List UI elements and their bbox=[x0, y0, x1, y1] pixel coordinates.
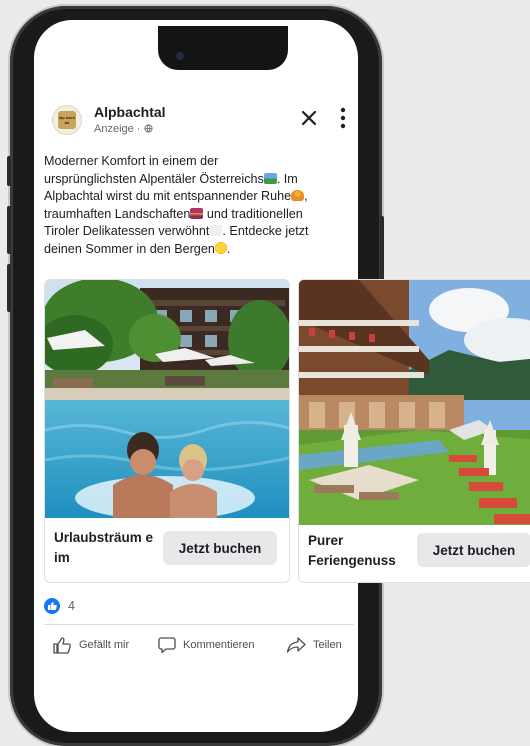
phone-notch bbox=[158, 26, 288, 70]
reaction-summary[interactable]: 4 bbox=[44, 597, 75, 615]
post-text-line: Tiroler Delikatessen verwöhnt bbox=[44, 224, 210, 239]
comment-button[interactable]: Kommentieren bbox=[158, 634, 255, 656]
side-button bbox=[7, 156, 11, 186]
like-reaction-icon bbox=[44, 598, 60, 614]
resort-photo bbox=[299, 280, 530, 525]
pool-photo bbox=[45, 280, 289, 518]
like-button[interactable]: Gefällt mir bbox=[52, 634, 129, 656]
post-text-line: deinen Sommer in den Bergen bbox=[44, 241, 215, 256]
post-text-line: Moderner Komfort in einem der bbox=[44, 154, 219, 168]
card-footer: Purer Feriengenuss Jetzt buchen bbox=[299, 525, 530, 582]
share-icon bbox=[286, 637, 306, 653]
like-icon bbox=[53, 637, 71, 654]
comment-label: Kommentieren bbox=[183, 639, 255, 651]
share-label: Teilen bbox=[313, 639, 342, 651]
post-text-line: Alpbachtal wirst du mit entspannender Ru… bbox=[44, 189, 292, 204]
page-name[interactable]: Alpbachtal bbox=[94, 104, 166, 120]
card-footer: Urlaubsträum e im Jetzt buchen bbox=[45, 518, 289, 582]
close-icon[interactable] bbox=[298, 107, 320, 129]
sunrise-emoji-icon bbox=[190, 207, 204, 219]
alpbachtal-logo: alp bach tal bbox=[58, 111, 76, 129]
camera-icon bbox=[176, 52, 184, 60]
card-title[interactable]: Purer Feriengenuss bbox=[308, 531, 408, 571]
post-header: alp bach tal Alpbachtal Anzeige · bbox=[46, 100, 356, 144]
volume-up-button bbox=[7, 206, 11, 254]
reaction-count: 4 bbox=[68, 599, 75, 613]
post-text-line: . Entdecke jetzt bbox=[222, 224, 309, 239]
post-text-line: . bbox=[226, 241, 231, 256]
card-title[interactable]: Urlaubsträum e im bbox=[54, 528, 162, 568]
book-now-button[interactable]: Jetzt buchen bbox=[163, 531, 277, 565]
meditation-emoji-icon bbox=[291, 190, 305, 202]
post-text-line: ursprünglichsten Alpentäler Österreichs bbox=[44, 171, 264, 186]
power-button bbox=[380, 216, 384, 286]
sponsored-text: Anzeige · bbox=[94, 123, 144, 135]
food-emoji-icon bbox=[209, 225, 223, 237]
sun-emoji-icon bbox=[214, 241, 227, 254]
book-now-button[interactable]: Jetzt buchen bbox=[417, 533, 530, 567]
share-button[interactable]: Teilen bbox=[286, 634, 342, 656]
more-icon[interactable] bbox=[338, 105, 348, 131]
carousel-card[interactable]: Purer Feriengenuss Jetzt buchen bbox=[298, 279, 530, 583]
post-text: Moderner Komfort in einem der ursprüngli… bbox=[44, 153, 362, 259]
comment-icon bbox=[158, 637, 176, 654]
landscape-emoji-icon bbox=[263, 172, 277, 184]
post-text-line: und traditionellen bbox=[203, 206, 303, 221]
post-text-line: . Im bbox=[276, 171, 298, 186]
volume-down-button bbox=[7, 264, 11, 312]
post-text-line: traumhaften Landschaften bbox=[44, 206, 191, 221]
globe-icon bbox=[143, 124, 153, 133]
divider bbox=[44, 624, 354, 625]
page-avatar[interactable]: alp bach tal bbox=[52, 105, 82, 135]
post-text-line: , bbox=[304, 189, 308, 204]
like-label: Gefällt mir bbox=[79, 639, 130, 651]
carousel-card[interactable]: Urlaubsträum e im Jetzt buchen bbox=[44, 279, 290, 583]
sponsored-label: Anzeige · bbox=[94, 123, 153, 135]
